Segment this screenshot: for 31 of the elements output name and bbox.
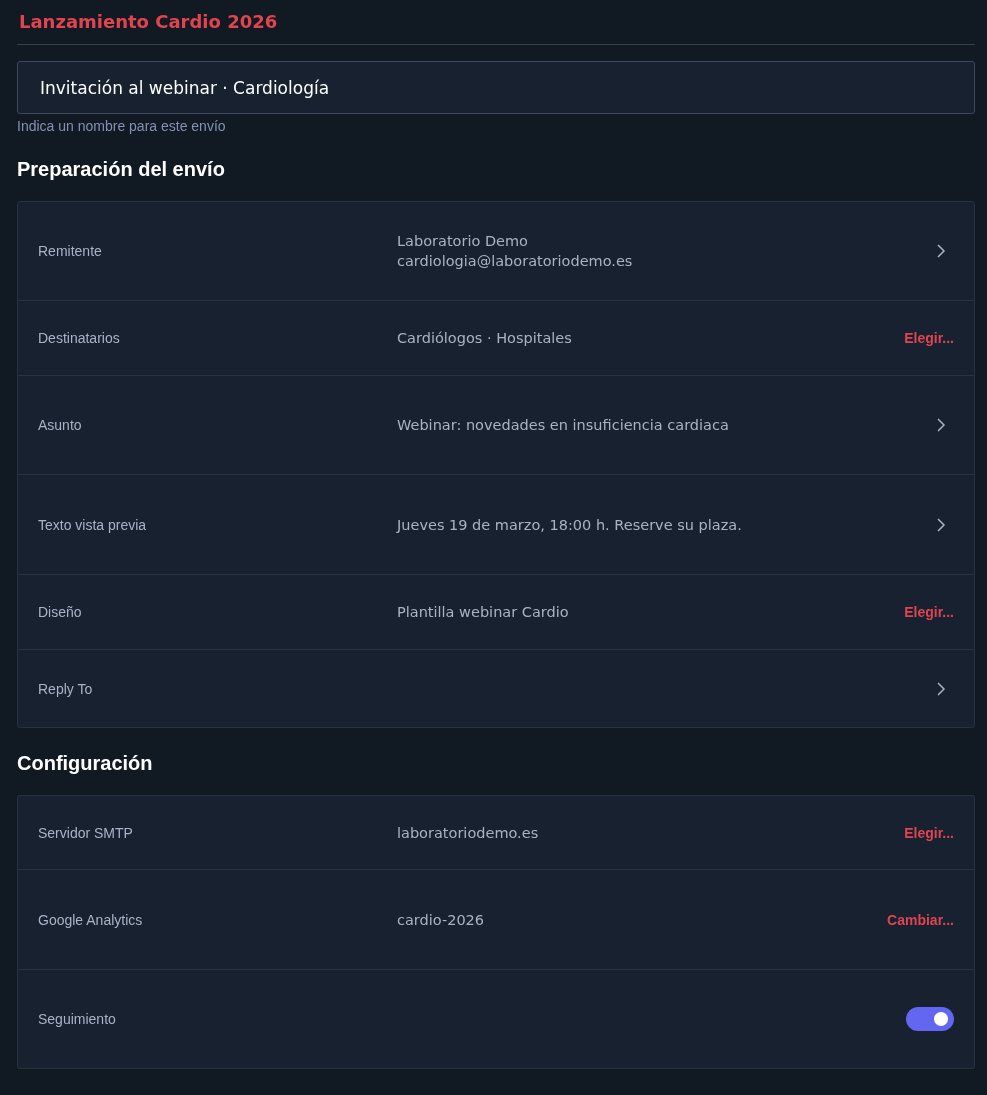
field-hint: Indica un nombre para este envío — [17, 118, 227, 134]
setting-value: Plantilla webinar Cardio — [397, 604, 570, 620]
setting-value: Webinar: novedades en insuficiencia cardiaca — [397, 417, 730, 433]
name-input-field[interactable]: Invitación al webinar · Cardiología — [17, 61, 975, 114]
choose-link[interactable]: Elegir... — [904, 824, 954, 841]
choose-link[interactable]: Elegir... — [904, 330, 954, 346]
setting-value: laboratoriodemo.es — [397, 824, 540, 841]
chevron-right-icon[interactable] — [936, 517, 946, 532]
setting-value: Cardiólogos · Hospitales — [397, 330, 573, 346]
chevron-right-icon[interactable] — [936, 244, 946, 258]
setting-value: Laboratorio Demo — [397, 233, 529, 249]
setting-label: Reply To — [38, 680, 94, 697]
section-heading: Preparación del envío — [17, 158, 226, 181]
campaign-title: Lanzamiento Cardio 2026 — [18, 10, 279, 34]
setting-label: Destinatarios — [38, 330, 121, 346]
setting-value: Jueves 19 de marzo, 18:00 h. Reserve su plaza. — [397, 516, 743, 533]
setting-label: Google Analytics — [38, 911, 144, 928]
setting-label: Texto vista previa — [38, 516, 148, 533]
tracking-toggle[interactable] — [906, 1007, 954, 1031]
setting-label: Remitente — [38, 243, 103, 259]
setting-label: Diseño — [38, 604, 83, 620]
chevron-right-icon[interactable] — [936, 681, 946, 696]
setting-label: Servidor SMTP — [38, 824, 134, 841]
choose-link[interactable]: Cambiar... — [887, 911, 954, 928]
section-heading: Configuración — [17, 752, 154, 775]
chevron-right-icon[interactable] — [936, 418, 946, 432]
setting-label: Asunto — [38, 417, 83, 433]
setting-value: cardiologia@laboratoriodemo.es — [397, 253, 634, 269]
setting-value: cardio-2026 — [397, 911, 486, 928]
choose-link[interactable]: Elegir... — [904, 604, 954, 620]
setting-label: Seguimiento — [38, 1011, 117, 1027]
